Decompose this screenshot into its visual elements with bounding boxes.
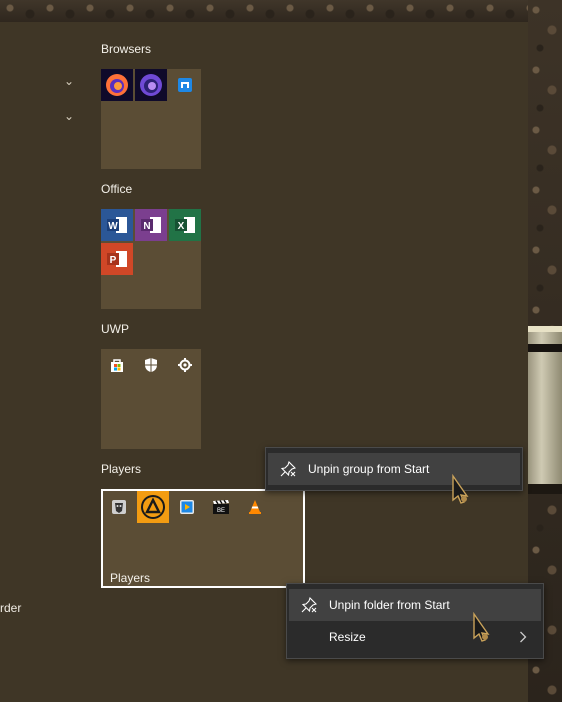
group-title-office[interactable]: Office (101, 182, 132, 196)
maxthon-icon (178, 78, 192, 92)
resize-label: Resize (329, 630, 366, 644)
clapperboard-icon: BE (213, 499, 229, 514)
maxthon-tile[interactable] (169, 69, 201, 101)
firefox-nightly-icon (140, 74, 162, 96)
media-player-tile[interactable] (171, 491, 203, 523)
media-player-icon (180, 500, 194, 514)
word-icon: W (107, 217, 127, 233)
chevron-down-icon[interactable]: ⌄ (64, 75, 76, 87)
group-title-browsers[interactable]: Browsers (101, 42, 151, 56)
tile-group-office[interactable]: W N X P (101, 209, 201, 309)
aimp-tile[interactable] (137, 491, 169, 523)
unpin-icon (301, 597, 317, 613)
unpin-icon (280, 461, 296, 477)
chevron-down-icon[interactable]: ⌄ (64, 110, 76, 122)
store-tile[interactable] (101, 349, 133, 381)
word-tile[interactable]: W (101, 209, 133, 241)
tile-group-uwp[interactable] (101, 349, 201, 449)
clapperboard-tile[interactable]: BE (205, 491, 237, 523)
folder-context-menu: Unpin folder from Start Resize (286, 583, 544, 659)
svg-text:X: X (178, 221, 185, 232)
unpin-group-menu-item[interactable]: Unpin group from Start (268, 453, 520, 485)
svg-text:P: P (110, 255, 117, 266)
folder-label-players: Players (110, 571, 151, 585)
firefox-tile[interactable] (101, 69, 133, 101)
chevron-right-icon (520, 631, 527, 643)
settings-tile[interactable] (169, 349, 201, 381)
shield-icon (145, 358, 157, 372)
resize-menu-item[interactable]: Resize (289, 621, 541, 653)
store-icon (111, 359, 123, 372)
group-context-menu: Unpin group from Start (265, 447, 523, 491)
svg-text:W: W (108, 221, 118, 232)
security-tile[interactable] (135, 349, 167, 381)
mask-player-icon (112, 500, 126, 514)
gear-icon (178, 358, 192, 372)
svg-text:BE: BE (217, 508, 225, 514)
desktop-wallpaper-top (0, 0, 562, 22)
aimp-icon (141, 495, 165, 519)
vlc-tile[interactable] (239, 491, 271, 523)
unpin-folder-label: Unpin folder from Start (329, 598, 450, 612)
excel-tile[interactable]: X (169, 209, 201, 241)
powerpoint-tile[interactable]: P (101, 243, 133, 275)
group-title-players[interactable]: Players (101, 462, 141, 476)
excel-icon: X (175, 217, 195, 233)
vlc-cone-icon (249, 500, 261, 514)
player-1-tile[interactable] (103, 491, 135, 523)
mouse-cursor-icon (473, 612, 490, 642)
app-list-clipped-label: rder (0, 601, 22, 615)
powerpoint-icon: P (107, 251, 127, 267)
firefox-icon (106, 74, 128, 96)
firefox-nightly-tile[interactable] (135, 69, 167, 101)
mouse-cursor-icon (452, 474, 469, 504)
tile-folder-players[interactable]: BE Players (101, 489, 305, 588)
group-title-uwp[interactable]: UWP (101, 322, 129, 336)
desktop-window-frame (528, 326, 562, 494)
onenote-icon: N (141, 217, 161, 233)
onenote-tile[interactable]: N (135, 209, 167, 241)
unpin-group-label: Unpin group from Start (308, 462, 430, 476)
svg-text:N: N (143, 221, 150, 232)
unpin-folder-menu-item[interactable]: Unpin folder from Start (289, 589, 541, 621)
tile-group-browsers[interactable] (101, 69, 201, 169)
